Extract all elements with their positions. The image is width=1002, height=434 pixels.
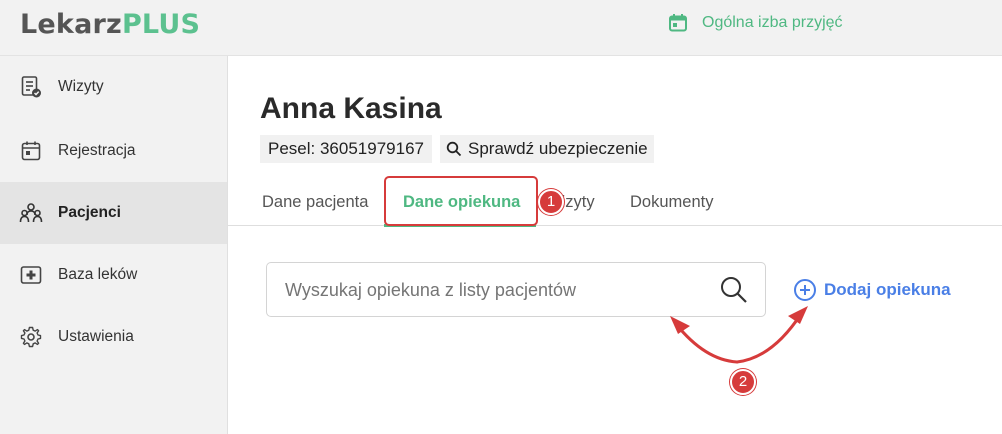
annotation-arrowhead-right [788,306,808,324]
annotation-arrows [670,306,808,364]
annotation-arrow-left [674,322,739,364]
annotation-arrowhead-left [670,316,690,334]
annotation-step-2-badge: 2 [730,369,756,395]
annotation-arrow-right [735,312,803,364]
